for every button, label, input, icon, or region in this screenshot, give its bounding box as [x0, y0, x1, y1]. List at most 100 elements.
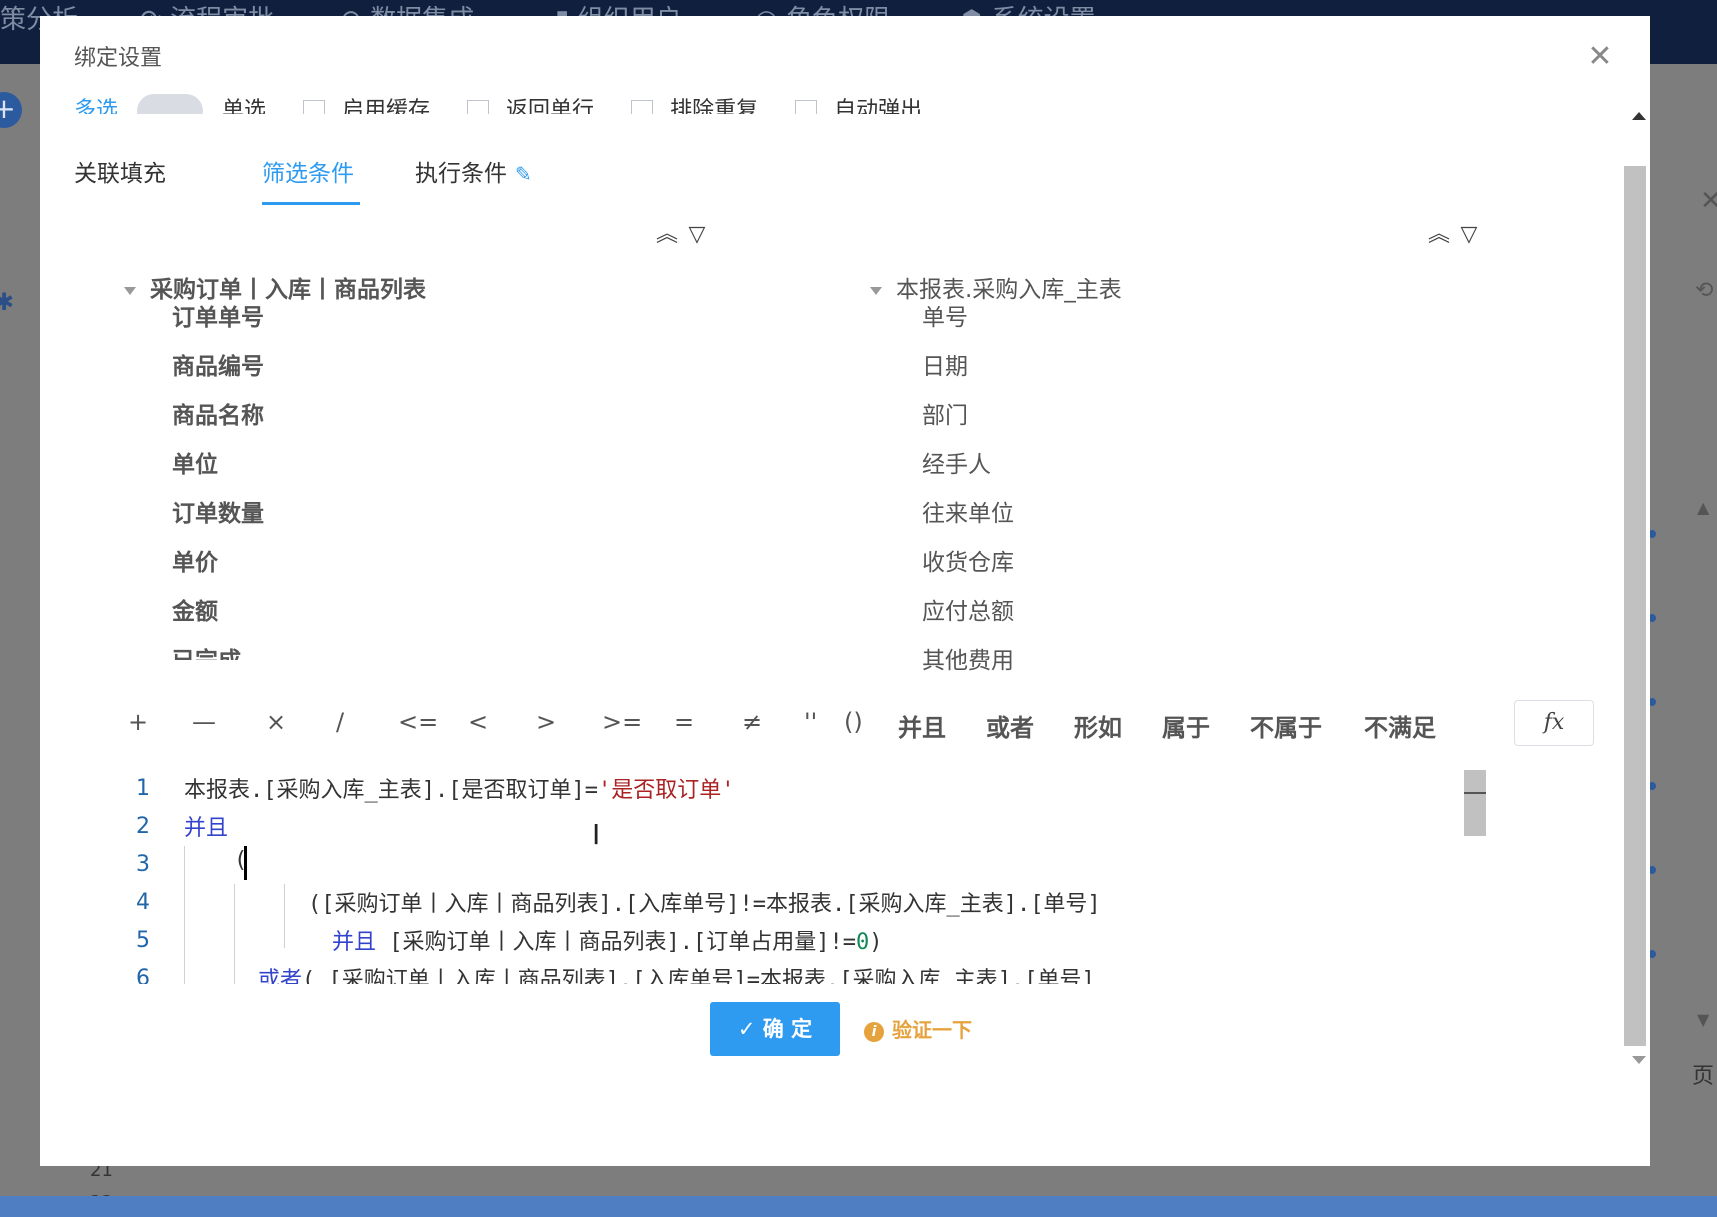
caret-down-icon[interactable]: [870, 286, 882, 295]
operator-parentheses-button[interactable]: (): [844, 708, 863, 736]
left-field-tree: 采购订单丨入库丨商品列表 订单单号 商品编号 商品名称 单位 订单数量 单价 金…: [124, 270, 426, 660]
close-icon[interactable]: ✕: [1585, 42, 1615, 72]
tree-item[interactable]: 单价: [172, 539, 472, 588]
background-scroll-down-icon: ▼: [1697, 1010, 1710, 1029]
tab-filter-conditions[interactable]: 筛选条件: [262, 154, 354, 188]
single-select-label: 单选: [222, 98, 267, 114]
operator-lte-button[interactable]: <=: [398, 708, 438, 736]
indent-guide: [184, 846, 185, 984]
operator-not-in-button[interactable]: 不属于: [1250, 708, 1322, 743]
operator-gte-button[interactable]: >=: [602, 708, 642, 736]
line-number: 2: [136, 814, 150, 839]
right-tree-tools: ︽ ▽: [1424, 216, 1484, 248]
dialog-scroll-thumb[interactable]: [1624, 166, 1646, 1046]
editor-scroll-thumb[interactable]: [1464, 770, 1486, 836]
confirm-button[interactable]: ✓ 确 定: [710, 1002, 840, 1056]
tree-item[interactable]: 单号: [922, 294, 1222, 343]
line-number: 6: [136, 966, 150, 984]
operator-quotes-button[interactable]: '': [804, 708, 817, 736]
active-tab-indicator: [262, 202, 360, 205]
code-line-1: 本报表.[采购入库_主表].[是否取订单]='是否取订单': [184, 778, 735, 803]
line-number: 5: [136, 928, 150, 953]
function-fx-button[interactable]: fx: [1514, 700, 1594, 746]
tree-item[interactable]: 商品名称: [172, 392, 472, 441]
operator-or-button[interactable]: 或者: [986, 708, 1034, 743]
tree-item[interactable]: 订单单号: [172, 294, 472, 343]
line-number: 1: [136, 776, 150, 801]
tab-execution-conditions[interactable]: 执行条件 ✎: [415, 154, 532, 188]
auto-popup-label: 自动弹出: [834, 98, 923, 114]
code-text-area[interactable]: 本报表.[采购入库_主表].[是否取订单]='是否取订单' 并且 ( ([采购订…: [184, 762, 1494, 984]
edit-icon[interactable]: ✎: [515, 162, 532, 186]
code-line-2: 并且: [184, 816, 229, 841]
exclude-duplicates-checkbox[interactable]: [631, 100, 654, 114]
background-bottom-bar: [0, 1196, 1717, 1217]
tree-item[interactable]: 经手人: [922, 441, 1222, 490]
tree-item[interactable]: 往来单位: [922, 490, 1222, 539]
indent-guide: [284, 884, 285, 948]
filter-icon[interactable]: ▽: [1454, 222, 1484, 247]
enable-cache-label: 启用缓存: [342, 98, 431, 114]
left-tree-items: 订单单号 商品编号 商品名称 单位 订单数量 单价 金额 已完成: [172, 294, 472, 660]
tree-item[interactable]: 商品编号: [172, 343, 472, 392]
filter-icon[interactable]: ▽: [682, 222, 712, 247]
options-row: 多选 单选 启用缓存 返回单行 排除重复 自动弹出: [74, 86, 974, 114]
tree-item[interactable]: 订单数量: [172, 490, 472, 539]
return-single-row-checkbox[interactable]: [467, 100, 490, 114]
return-single-row-label: 返回单行: [506, 98, 595, 114]
code-line-6: 或者( [采购订单丨入库丨商品列表].[入库单号]=本报表.[采购入库_主表].…: [258, 968, 1095, 984]
tab-association-fill[interactable]: 关联填充: [74, 154, 166, 188]
operator-not-equals-button[interactable]: ≠: [742, 708, 762, 736]
operator-minus-button[interactable]: —: [192, 708, 216, 736]
operator-gt-button[interactable]: >: [536, 708, 556, 736]
tree-item[interactable]: 已完成: [172, 637, 472, 660]
binding-settings-dialog: 绑定设置 ✕ 多选 单选 启用缓存 返回单行 排除重复 自动弹出 关联填充 筛选…: [40, 16, 1650, 1166]
tree-item[interactable]: 其他费用: [922, 637, 1222, 686]
tree-item[interactable]: 应付总额: [922, 588, 1222, 637]
tree-item[interactable]: 单位: [172, 441, 472, 490]
operator-like-button[interactable]: 形如: [1074, 708, 1122, 743]
operator-plus-button[interactable]: +: [128, 708, 148, 736]
tree-item[interactable]: 收货仓库: [922, 539, 1222, 588]
select-mode-toggle[interactable]: [137, 94, 204, 114]
right-field-tree: 本报表.采购入库_主表 单号 日期 部门 经手人 往来单位 收货仓库 应付总额 …: [870, 270, 1122, 674]
caret-down-icon[interactable]: [124, 286, 136, 295]
scroll-up-arrow-icon[interactable]: [1632, 112, 1646, 120]
code-line-4: ([采购订单丨入库丨商品列表].[入库单号]!=本报表.[采购入库_主表].[单…: [308, 892, 1101, 917]
tree-item[interactable]: 日期: [922, 343, 1222, 392]
background-close-icon: ✕: [1700, 186, 1717, 216]
multi-select-label: 多选: [74, 98, 119, 114]
collapse-all-icon[interactable]: ︽: [652, 216, 682, 248]
verify-button[interactable]: i 验证一下: [864, 1014, 972, 1043]
left-tree-tools: ︽ ▽: [652, 216, 712, 248]
auto-popup-checkbox[interactable]: [795, 100, 818, 114]
scroll-down-arrow-icon[interactable]: [1632, 1056, 1646, 1064]
mouse-ibeam-icon: I: [592, 818, 601, 851]
operator-multiply-button[interactable]: ×: [266, 708, 286, 736]
line-number: 4: [136, 890, 150, 915]
collapse-all-icon[interactable]: ︽: [1424, 216, 1454, 248]
text-cursor: [244, 846, 247, 880]
enable-cache-checkbox[interactable]: [303, 100, 326, 114]
dialog-title: 绑定设置: [74, 46, 163, 71]
info-icon: i: [864, 1021, 884, 1042]
editor-cursor-marker: [1464, 792, 1486, 794]
dialog-footer: ✓ 确 定 i 验证一下: [40, 984, 1650, 1056]
tree-item[interactable]: 金额: [172, 588, 472, 637]
operator-toolbar: + — × / <= < > >= = ≠ '' () 并且 或者 形如 属于 …: [74, 696, 1614, 746]
background-page-text: 页: [1692, 1064, 1715, 1089]
background-refresh-icon: ⟲: [1695, 278, 1714, 303]
operator-not-satisfy-button[interactable]: 不满足: [1364, 708, 1436, 743]
tree-item[interactable]: 部门: [922, 392, 1222, 441]
operator-in-button[interactable]: 属于: [1162, 708, 1210, 743]
operator-and-button[interactable]: 并且: [898, 708, 946, 743]
code-line-5: 并且 [采购订单丨入库丨商品列表].[订单占用量]!=0): [332, 930, 883, 955]
operator-lt-button[interactable]: <: [468, 708, 488, 736]
line-number: 3: [136, 852, 150, 877]
check-icon: ✓: [737, 1017, 763, 1041]
operator-equals-button[interactable]: =: [674, 708, 694, 736]
operator-divide-button[interactable]: /: [336, 708, 344, 736]
condition-code-editor[interactable]: 1 2 3 4 5 6 本报表.[采购入库_主表].[是否取订单]='是否取订单…: [74, 762, 1624, 984]
background-scroll-up-icon: ▲: [1697, 498, 1710, 517]
indent-guide: [234, 884, 235, 984]
